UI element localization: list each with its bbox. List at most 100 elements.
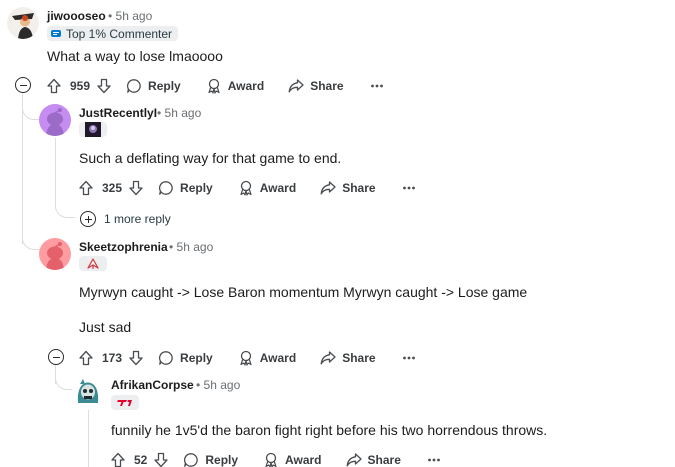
comment-body: Such a deflating way for that game to en… xyxy=(79,150,342,166)
avatar[interactable] xyxy=(7,7,39,39)
more-replies-button[interactable]: 1 more reply xyxy=(80,211,171,227)
username[interactable]: jiwoooseo xyxy=(47,9,106,23)
thread-connector-1 xyxy=(22,100,40,120)
skull-avatar-icon xyxy=(72,376,104,408)
more-icon xyxy=(402,356,415,360)
award-button[interactable]: Award xyxy=(263,448,322,467)
meta-separator: • xyxy=(169,240,174,254)
comment-body-line: Just sad xyxy=(79,319,132,335)
flair-image-icon xyxy=(85,122,101,137)
meta-separator: • xyxy=(157,106,162,120)
downvote-icon xyxy=(129,180,143,196)
top-commenter-flair: Top 1% Commenter xyxy=(47,26,179,41)
meta-separator: • xyxy=(108,9,113,23)
user-flair xyxy=(79,122,107,137)
comment-meta: • 5h ago xyxy=(157,106,201,120)
upvote-button[interactable] xyxy=(78,346,94,370)
user-flair xyxy=(111,395,139,410)
avatar[interactable] xyxy=(72,376,104,408)
more-icon xyxy=(402,186,415,190)
award-label: Award xyxy=(227,79,265,93)
timestamp: 5h ago xyxy=(164,106,202,120)
user-avatar-icon xyxy=(7,7,39,39)
collapse-thread-button[interactable] xyxy=(48,349,64,365)
share-label: Share xyxy=(342,181,376,195)
vote-count: 325 xyxy=(102,181,123,195)
comment-body-line: Myrwyn caught -> Lose Baron momentum Myr… xyxy=(79,284,528,300)
award-button[interactable]: Award xyxy=(206,74,264,98)
reply-label: Reply xyxy=(180,351,213,365)
upvote-icon xyxy=(79,180,93,196)
comment-meta: • 5h ago xyxy=(108,9,152,23)
collapse-thread-button[interactable] xyxy=(15,77,31,93)
award-button[interactable]: Award xyxy=(238,176,296,200)
reply-button[interactable]: Reply xyxy=(158,176,213,200)
thread-line-reply-1 xyxy=(55,138,56,206)
share-button[interactable]: Share xyxy=(320,176,376,200)
thread-connector-3 xyxy=(55,368,73,390)
comment-icon xyxy=(127,79,141,93)
award-icon xyxy=(240,350,252,366)
share-button[interactable]: Share xyxy=(288,74,344,98)
upvote-button[interactable] xyxy=(110,448,126,467)
downvote-button[interactable] xyxy=(96,74,112,98)
snoo-avatar-icon xyxy=(39,238,71,270)
avatar[interactable] xyxy=(39,238,71,270)
more-options-button[interactable] xyxy=(370,74,384,98)
flair-image-icon xyxy=(87,258,99,269)
comment-actions: 173 Reply Award Share xyxy=(78,346,416,370)
username[interactable]: AfrikanCorpse xyxy=(111,378,194,392)
username[interactable]: Skeetzophrenia xyxy=(79,240,168,254)
thread-line-reply-3 xyxy=(88,410,89,467)
username[interactable]: JustRecentlyI xyxy=(79,106,157,120)
comment-actions: 959 Reply Award Share xyxy=(46,74,384,98)
more-options-button[interactable] xyxy=(427,448,441,467)
award-label: Award xyxy=(259,351,297,365)
reply-button[interactable]: Reply xyxy=(158,346,213,370)
award-icon xyxy=(208,78,220,94)
share-icon xyxy=(320,351,336,365)
share-icon xyxy=(346,453,362,467)
downvote-icon xyxy=(154,452,169,467)
reply-label: Reply xyxy=(180,181,213,195)
award-label: Award xyxy=(259,181,297,195)
thread-connector-2 xyxy=(22,230,40,250)
share-button[interactable]: Share xyxy=(346,448,401,467)
upvote-button[interactable] xyxy=(46,74,62,98)
more-options-button[interactable] xyxy=(402,346,416,370)
vote-count: 52 xyxy=(134,453,148,467)
share-label: Share xyxy=(342,351,376,365)
reply-label: Reply xyxy=(205,453,239,467)
award-label: Award xyxy=(285,453,322,467)
share-icon xyxy=(288,79,304,93)
timestamp: 5h ago xyxy=(203,378,241,392)
award-button[interactable]: Award xyxy=(238,346,296,370)
comment-icon xyxy=(159,181,173,195)
award-icon xyxy=(240,180,252,196)
thread-connector-more xyxy=(55,198,75,218)
user-flair xyxy=(79,256,107,271)
more-icon xyxy=(427,458,440,462)
more-options-button[interactable] xyxy=(402,176,416,200)
comment-meta: • 5h ago xyxy=(169,240,213,254)
reply-button[interactable]: Reply xyxy=(183,448,238,467)
downvote-button[interactable] xyxy=(128,176,144,200)
downvote-button[interactable] xyxy=(128,346,144,370)
vote-count: 173 xyxy=(102,351,123,365)
avatar[interactable] xyxy=(39,104,71,136)
t1-logo-icon xyxy=(117,400,132,406)
reply-button[interactable]: Reply xyxy=(126,74,181,98)
share-button[interactable]: Share xyxy=(320,346,376,370)
meta-separator: • xyxy=(196,378,201,392)
share-label: Share xyxy=(310,79,344,93)
downvote-button[interactable] xyxy=(153,448,169,467)
upvote-icon xyxy=(47,78,61,94)
upvote-button[interactable] xyxy=(78,176,94,200)
vote-count: 959 xyxy=(70,79,91,93)
award-icon xyxy=(265,452,277,467)
more-icon xyxy=(370,84,383,88)
flair-label: Top 1% Commenter xyxy=(66,26,173,41)
thread-line-root xyxy=(22,94,23,244)
downvote-icon xyxy=(97,78,111,94)
timestamp: 5h ago xyxy=(176,240,214,254)
